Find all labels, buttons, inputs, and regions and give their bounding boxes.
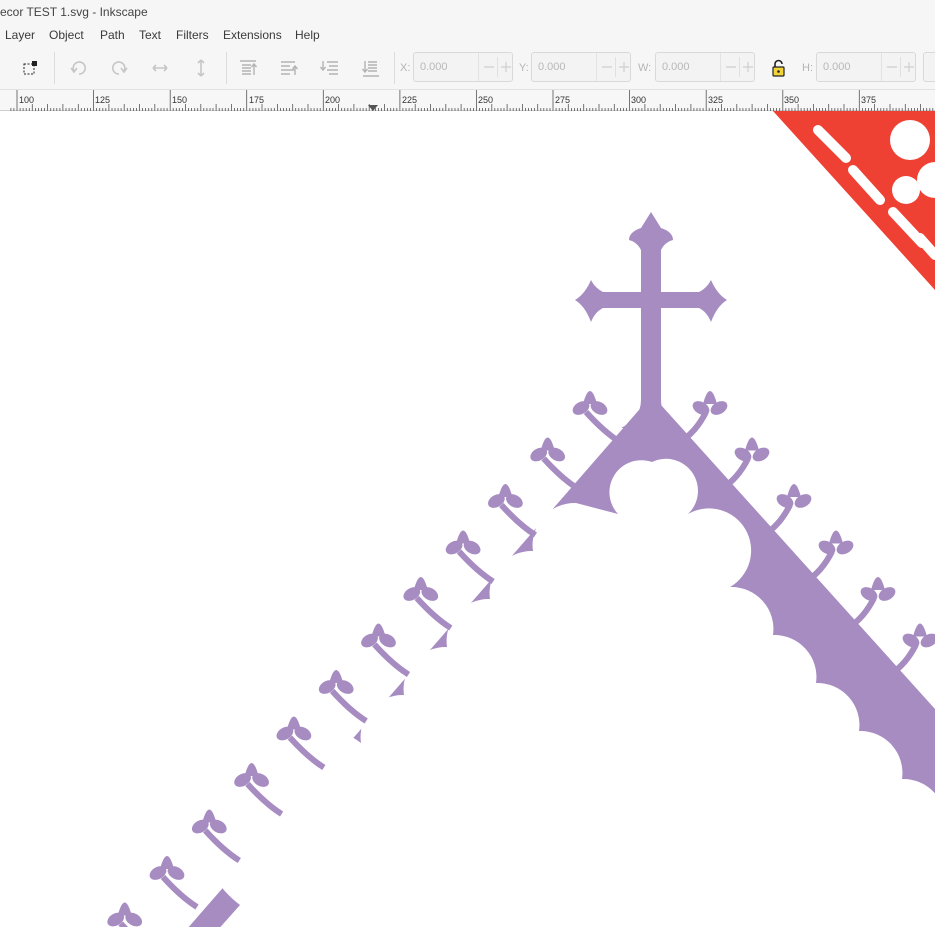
rotate-cw-icon bbox=[112, 61, 128, 75]
w-label: W: bbox=[638, 62, 652, 74]
crocket-leaf bbox=[445, 530, 495, 585]
rotate-ccw-icon bbox=[70, 61, 86, 75]
window-title: ecor TEST 1.svg - Inkscape bbox=[0, 5, 148, 19]
crocket-leaf bbox=[530, 437, 580, 492]
x-stepper-icon[interactable] bbox=[478, 53, 512, 81]
ruler-label: 225 bbox=[402, 95, 418, 105]
crocket-leaf bbox=[804, 530, 854, 585]
lock-ratio-button[interactable] bbox=[767, 57, 791, 79]
crocket-leaf bbox=[846, 577, 896, 631]
ruler-label: 375 bbox=[861, 95, 877, 105]
raise-icon bbox=[281, 61, 299, 75]
flip-horizontal-icon bbox=[152, 64, 168, 72]
ruler-label: 300 bbox=[631, 95, 647, 105]
crocket-leaf bbox=[678, 391, 728, 445]
rotate-cw-button[interactable] bbox=[107, 57, 131, 79]
lower-button[interactable] bbox=[318, 57, 342, 79]
y-label: Y: bbox=[519, 62, 529, 74]
menu-path[interactable]: Path bbox=[100, 28, 125, 42]
w-input[interactable] bbox=[662, 59, 722, 75]
crocket-leaf bbox=[403, 577, 453, 631]
crocket-leaf bbox=[107, 902, 143, 927]
select-all-button[interactable] bbox=[18, 57, 42, 79]
tool-controls-bar: X: Y: W: H: bbox=[0, 46, 935, 90]
h-input[interactable] bbox=[823, 59, 883, 75]
red-corner-ornament[interactable] bbox=[773, 111, 935, 290]
h-stepper-icon[interactable] bbox=[881, 53, 915, 81]
y-stepper-icon[interactable] bbox=[596, 53, 630, 81]
menu-layer[interactable]: Layer bbox=[5, 28, 35, 42]
crocket-leaf bbox=[276, 716, 326, 771]
ruler-label: 175 bbox=[249, 95, 265, 105]
y-field[interactable] bbox=[531, 52, 631, 82]
flip-vertical-icon bbox=[197, 59, 205, 77]
w-field[interactable] bbox=[655, 52, 755, 82]
corner-scallop-hole bbox=[892, 176, 920, 204]
h-label: H: bbox=[802, 62, 813, 74]
toolbar-separator bbox=[54, 52, 55, 84]
x-input[interactable] bbox=[420, 59, 480, 75]
crocket-leaf bbox=[762, 484, 812, 538]
ruler-label: 150 bbox=[172, 95, 188, 105]
raise-button[interactable] bbox=[277, 57, 301, 79]
drawing-canvas[interactable] bbox=[0, 111, 935, 927]
corner-scallop-hole bbox=[890, 120, 930, 160]
flip-horizontal-button[interactable] bbox=[148, 57, 172, 79]
unlocked-padlock-icon bbox=[772, 59, 785, 77]
ruler-label: 275 bbox=[555, 95, 571, 105]
raise-to-top-icon bbox=[240, 60, 258, 75]
units-dropdown[interactable] bbox=[923, 52, 935, 82]
crocket-leaf bbox=[149, 856, 199, 910]
menu-bar: Layer Object Path Text Filters Extension… bbox=[0, 24, 935, 46]
horizontal-ruler[interactable]: 100 125 150 175 200 225 250 275 300 325 … bbox=[0, 90, 935, 111]
title-bar: ecor TEST 1.svg - Inkscape bbox=[0, 0, 935, 24]
crocket-leaf bbox=[488, 484, 538, 538]
crocket-leaf bbox=[234, 763, 284, 817]
crocket-leaf bbox=[361, 623, 411, 678]
menu-text[interactable]: Text bbox=[139, 28, 161, 42]
h-field[interactable] bbox=[816, 52, 916, 82]
flip-vertical-button[interactable] bbox=[189, 57, 213, 79]
ruler-label: 125 bbox=[95, 95, 111, 105]
menu-filters[interactable]: Filters bbox=[176, 28, 209, 42]
x-label: X: bbox=[400, 62, 411, 74]
toolbar-separator bbox=[394, 52, 395, 84]
lower-to-bottom-icon bbox=[361, 61, 379, 77]
crocket-leaf bbox=[720, 437, 770, 492]
raise-to-top-button[interactable] bbox=[236, 57, 260, 79]
select-all-icon bbox=[23, 61, 37, 75]
crocket-leaf bbox=[191, 809, 241, 864]
gothic-arch-ornament[interactable] bbox=[105, 212, 935, 927]
crocket-leaf bbox=[888, 623, 935, 678]
x-field[interactable] bbox=[413, 52, 513, 82]
ruler-label: 350 bbox=[784, 95, 800, 105]
toolbar-separator bbox=[226, 52, 227, 84]
ruler-label: 200 bbox=[325, 95, 341, 105]
lower-icon bbox=[319, 61, 338, 75]
y-input[interactable] bbox=[538, 59, 598, 75]
canvas-artwork[interactable] bbox=[0, 111, 935, 927]
w-stepper-icon[interactable] bbox=[720, 53, 754, 81]
menu-help[interactable]: Help bbox=[295, 28, 320, 42]
rotate-ccw-button[interactable] bbox=[67, 57, 91, 79]
ruler-label: 100 bbox=[19, 95, 35, 105]
crocket-leaf bbox=[572, 391, 622, 445]
crocket-leaf bbox=[318, 670, 368, 724]
lower-to-bottom-button[interactable] bbox=[359, 57, 383, 79]
menu-extensions[interactable]: Extensions bbox=[223, 28, 282, 42]
menu-object[interactable]: Object bbox=[49, 28, 84, 42]
ruler-label: 325 bbox=[708, 95, 724, 105]
ruler-label: 250 bbox=[478, 95, 494, 105]
